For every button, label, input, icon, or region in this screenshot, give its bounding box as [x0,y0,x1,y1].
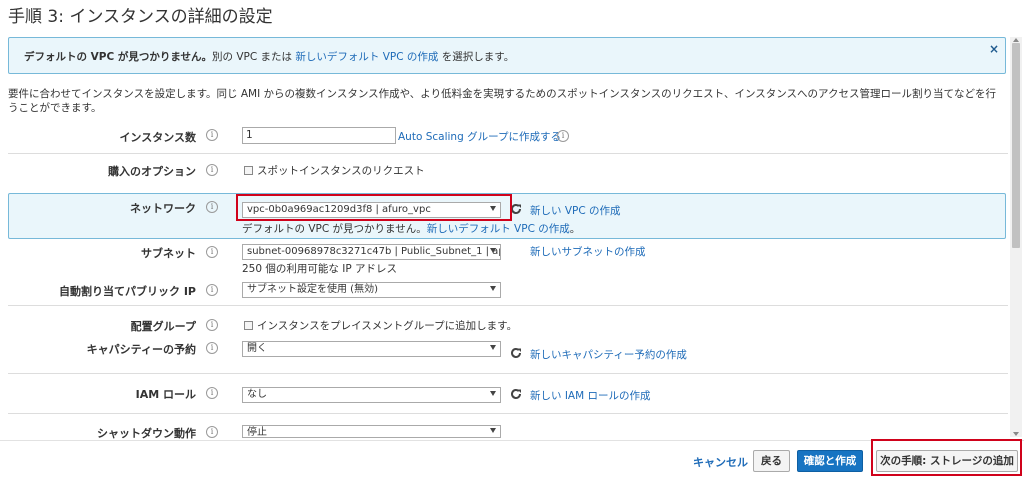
alert-message: デフォルトの VPC が見つかりません。別の VPC または 新しいデフォルト … [24,49,514,64]
instance-count-label: インスタンス数 [119,131,196,144]
create-capacity-reservation-link[interactable]: 新しいキャパシティー予約の作成 [530,347,687,362]
placement-group-label: 配置グループ [130,320,196,333]
purchase-option-label: 購入のオプション [108,165,196,178]
shutdown-behavior-label: シャットダウン動作 [97,427,196,440]
chevron-down-icon [490,248,496,253]
create-default-vpc-link[interactable]: 新しいデフォルト VPC の作成 [295,51,438,63]
info-icon[interactable]: i [206,129,218,141]
create-default-vpc-link-2[interactable]: 新しいデフォルト VPC の作成 [427,223,570,235]
scrollbar-thumb[interactable] [1012,43,1020,248]
shutdown-select-value: 停止 [247,427,267,438]
info-icon[interactable]: i [206,342,218,354]
chevron-down-icon [490,286,496,291]
scroll-up-icon[interactable] [1013,38,1019,42]
info-icon[interactable]: i [206,284,218,296]
next-button-highlight [871,439,1022,476]
iam-role-label: IAM ロール [135,388,196,401]
capacity-select-value: 開く [247,343,267,354]
iam-role-select[interactable]: なし [242,387,501,403]
alert-text-2: を選択します。 [438,51,515,63]
placement-group-checkbox[interactable] [244,321,253,330]
placement-group-checkbox-label: インスタンスをプレイスメントグループに追加します。 [257,320,518,332]
divider [8,305,1008,306]
iam-select-value: なし [247,389,267,400]
subnet-select[interactable]: subnet-00968978c3271c47b | Public_Subnet… [242,244,501,260]
info-icon[interactable]: i [206,164,218,176]
network-helper-end: 。 [569,223,581,235]
chevron-down-icon [490,391,496,396]
chevron-down-icon [490,345,496,350]
spot-request-label: スポットインスタンスのリクエスト [257,165,425,177]
subnet-helper: 250 個の利用可能な IP アドレス [242,263,397,275]
alert-text-1: 別の VPC または [212,51,296,63]
review-and-launch-button[interactable]: 確認と作成 [797,450,863,472]
capacity-reservation-select[interactable]: 開く [242,341,501,357]
scroll-down-icon[interactable] [1013,432,1019,436]
public-ip-label: 自動割り当てパブリック IP [59,285,196,298]
spot-request-checkbox[interactable] [244,166,253,175]
page-title: 手順 3: インスタンスの詳細の設定 [8,7,273,27]
divider [8,373,1008,374]
network-select-highlight [236,194,512,221]
instance-count-input[interactable]: 1 [242,127,396,144]
network-helper: デフォルトの VPC が見つかりません。新しいデフォルト VPC の作成。 [242,221,580,236]
subnet-label: サブネット [141,247,196,260]
network-helper-text: デフォルトの VPC が見つかりません。 [242,223,427,235]
divider [8,153,1008,154]
refresh-icon[interactable] [510,347,522,359]
subnet-select-value: subnet-00968978c3271c47b | Public_Subnet… [247,246,501,257]
create-vpc-link[interactable]: 新しい VPC の作成 [530,203,621,218]
close-icon[interactable]: × [988,43,1000,55]
cancel-link[interactable]: キャンセル [693,454,748,470]
info-icon[interactable]: i [206,319,218,331]
info-icon[interactable]: i [206,426,218,438]
auto-scaling-link[interactable]: Auto Scaling グループに作成する [398,129,561,144]
scrollbar[interactable] [1010,37,1022,437]
chevron-down-icon [490,428,496,433]
capacity-reservation-label: キャパシティーの予約 [86,343,196,356]
public-ip-select[interactable]: サブネット設定を使用 (無効) [242,282,501,298]
back-button[interactable]: 戻る [753,450,790,472]
divider [8,413,1008,414]
info-icon[interactable]: i [206,201,218,213]
public-ip-select-value: サブネット設定を使用 (無効) [247,284,378,295]
info-icon[interactable]: i [206,387,218,399]
info-icon[interactable]: i [206,246,218,258]
create-iam-role-link[interactable]: 新しい IAM ロールの作成 [530,388,651,403]
no-default-vpc-alert: デフォルトの VPC が見つかりません。別の VPC または 新しいデフォルト … [8,37,1006,74]
create-subnet-link[interactable]: 新しいサブネットの作成 [530,244,646,259]
intro-text: 要件に合わせてインスタンスを設定します。同じ AMI からの複数インスタンス作成… [8,88,997,114]
network-label: ネットワーク [130,202,196,215]
shutdown-behavior-select[interactable]: 停止 [242,425,501,438]
info-icon[interactable]: i [557,130,569,142]
refresh-icon[interactable] [510,388,522,400]
alert-bold-text: デフォルトの VPC が見つかりません。 [24,51,213,63]
